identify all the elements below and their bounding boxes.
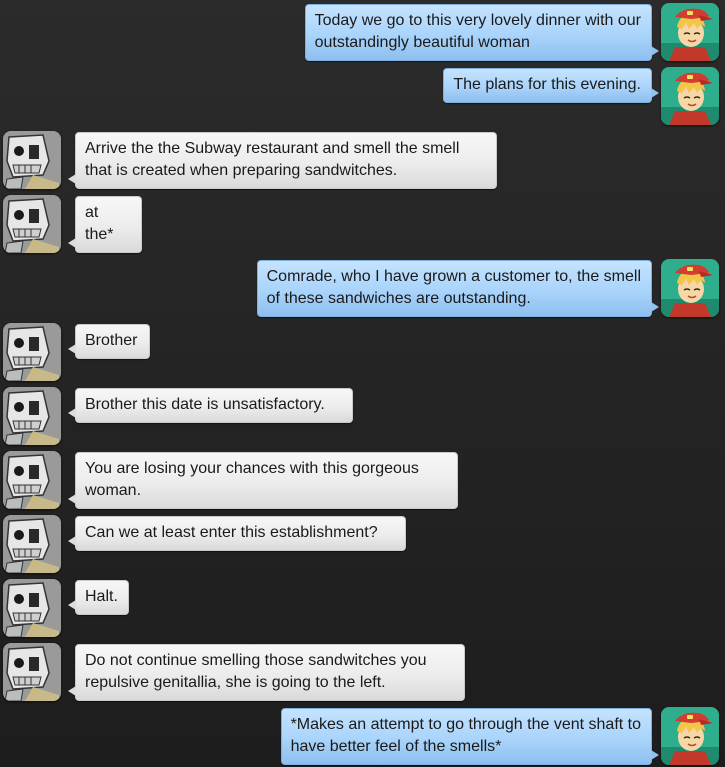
message-bubble: The plans for this evening. — [443, 68, 659, 103]
blonde-character-red-cap-avatar-icon — [661, 707, 719, 765]
message-bubble: Do not continue smelling those sandwitch… — [68, 644, 465, 701]
skull-robot-avatar-icon — [3, 131, 61, 189]
message-bubble: You are losing your chances with this go… — [68, 452, 458, 509]
skull-robot-avatar-icon — [3, 387, 61, 445]
message-bubble: Halt. — [68, 580, 129, 615]
message-bubble: *Makes an attempt to go through the vent… — [280, 708, 660, 765]
message-bubble: at the* — [68, 196, 142, 253]
message-bubble: Can we at least enter this establishment… — [68, 516, 406, 551]
blonde-character-red-cap-avatar-icon — [661, 259, 719, 317]
message-bubble: Brother — [68, 324, 150, 359]
skull-robot-avatar-icon — [3, 643, 61, 701]
skull-robot-avatar-icon — [3, 323, 61, 381]
message-bubble: Today we go to this very lovely dinner w… — [304, 4, 660, 61]
message-bubble: Comrade, who I have grown a customer to,… — [256, 260, 660, 317]
skull-robot-avatar-icon — [3, 195, 61, 253]
skull-robot-avatar-icon — [3, 579, 61, 637]
skull-robot-avatar-icon — [3, 451, 61, 509]
message-bubble: Brother this date is unsatisfactory. — [68, 388, 353, 423]
chat-transcript: Today we go to this very lovely dinner w… — [0, 0, 725, 767]
blonde-character-red-cap-avatar-icon — [661, 67, 719, 125]
message-bubble: Arrive the the Subway restaurant and sme… — [68, 132, 497, 189]
blonde-character-red-cap-avatar-icon — [661, 3, 719, 61]
skull-robot-avatar-icon — [3, 515, 61, 573]
